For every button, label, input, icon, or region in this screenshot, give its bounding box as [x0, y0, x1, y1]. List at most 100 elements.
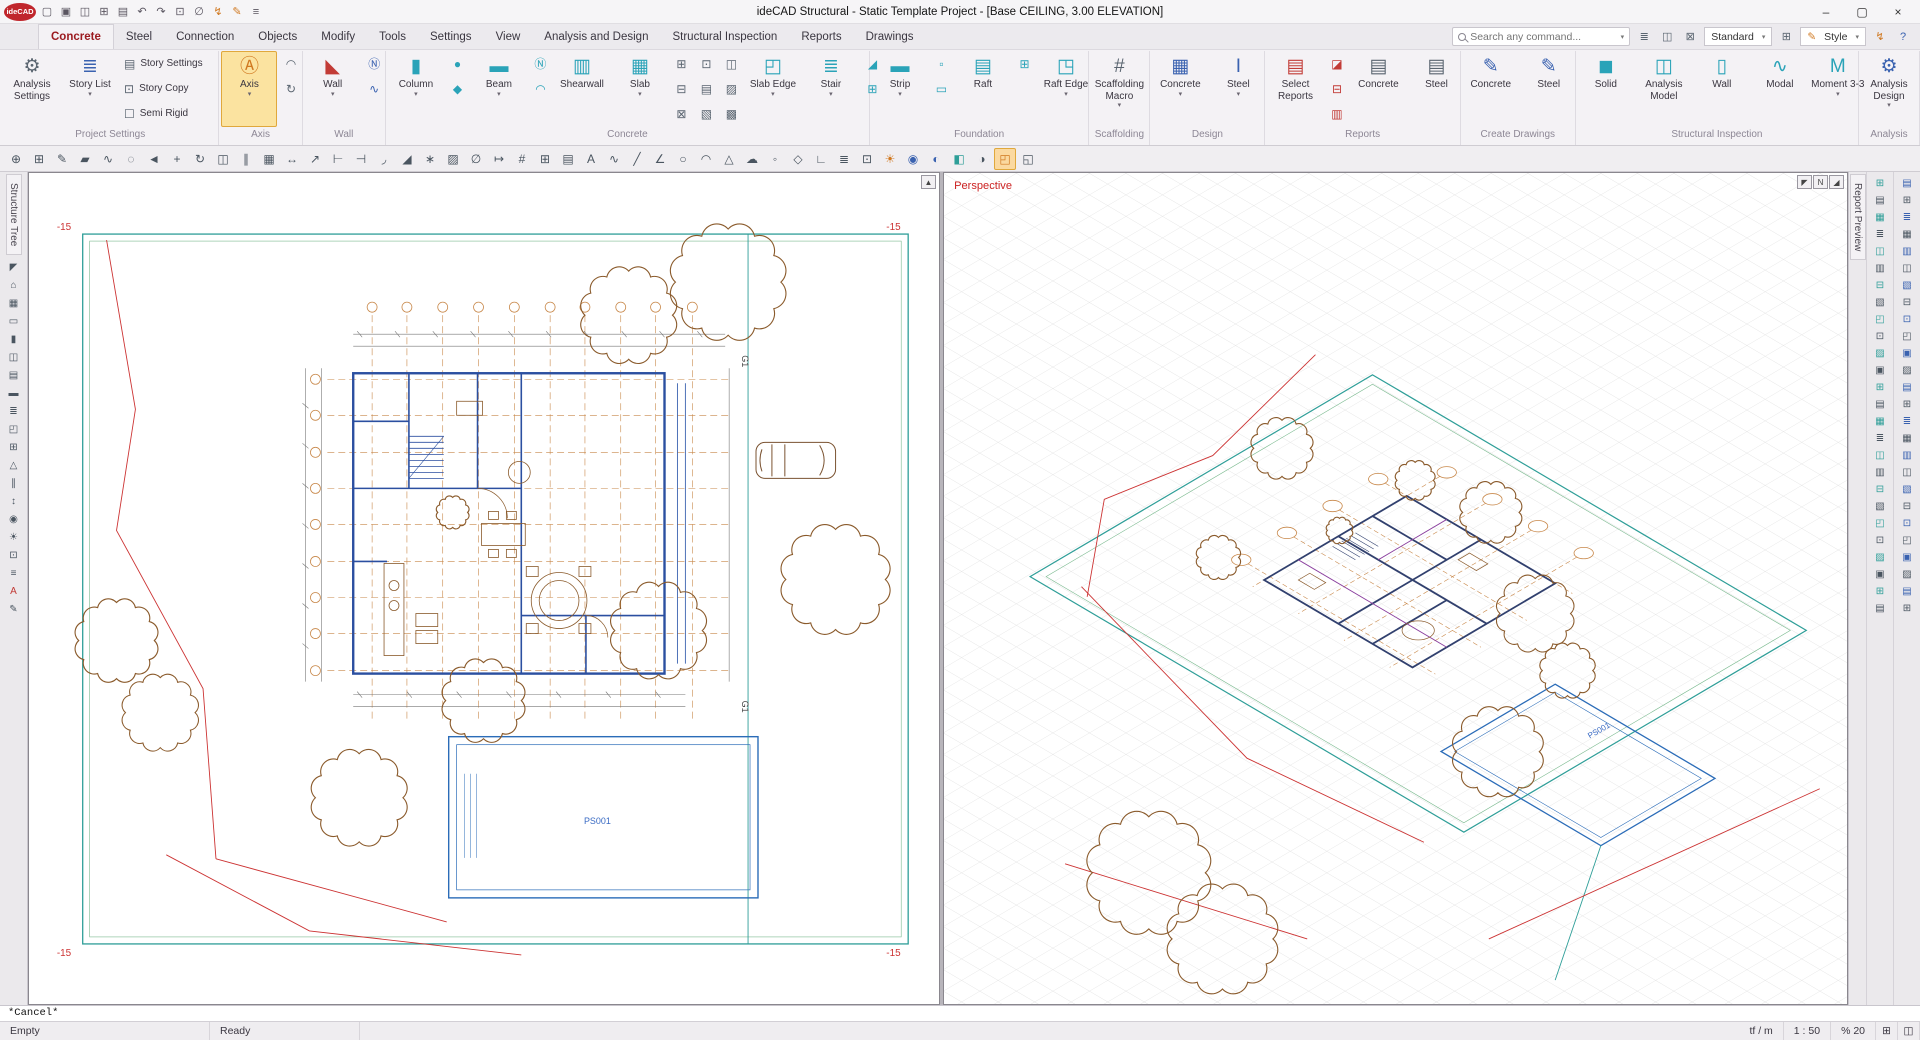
- tab-structural-inspection[interactable]: Structural Inspection: [660, 24, 789, 49]
- tab-reports[interactable]: Reports: [789, 24, 853, 49]
- table-tool-5[interactable]: ◫: [1872, 244, 1888, 259]
- report-tool-8[interactable]: ⊟: [1899, 295, 1915, 310]
- analysis-settings-button[interactable]: ⚙ Analysis Settings: [4, 51, 60, 127]
- strip-button[interactable]: ▬ Strip ▾: [872, 51, 928, 127]
- camera-icon[interactable]: ◉: [6, 512, 22, 527]
- table-tool-3[interactable]: ▦: [1872, 210, 1888, 225]
- maximize-button[interactable]: ▢: [1844, 1, 1880, 23]
- bolt-icon[interactable]: ↯: [1871, 28, 1889, 46]
- report-export-button[interactable]: ⊟: [1325, 76, 1348, 101]
- stair-button[interactable]: ≣ Stair ▾: [803, 51, 859, 127]
- table-tool-14[interactable]: ▤: [1872, 397, 1888, 412]
- table-tool-10[interactable]: ⊡: [1872, 329, 1888, 344]
- columns-icon[interactable]: ▮: [6, 332, 22, 347]
- open-file-icon[interactable]: ▣: [57, 3, 75, 21]
- elevation-icon[interactable]: ↕: [6, 494, 22, 509]
- wall-polyline-button[interactable]: Ⓝ: [363, 51, 386, 76]
- stairs-icon[interactable]: ≣: [6, 404, 22, 419]
- report-tool-15[interactable]: ≣: [1899, 414, 1915, 429]
- new-file-icon[interactable]: ▢: [38, 3, 56, 21]
- command-line[interactable]: *Cancel*: [0, 1005, 1920, 1021]
- windows-icon[interactable]: ⊞: [6, 440, 22, 455]
- axis-button[interactable]: Ⓐ Axis ▾: [221, 51, 277, 127]
- wall-arc-button[interactable]: ∿: [363, 76, 386, 101]
- semi-rigid-button[interactable]: ☐ Semi Rigid: [120, 101, 224, 126]
- hatch-icon[interactable]: ▨: [442, 148, 464, 170]
- table-tool-16[interactable]: ≣: [1872, 431, 1888, 446]
- mail-icon[interactable]: ⊠: [1681, 28, 1699, 46]
- table-tool-21[interactable]: ◰: [1872, 516, 1888, 531]
- table-tool-1[interactable]: ⊞: [1872, 176, 1888, 191]
- ortho-icon[interactable]: ∟: [810, 148, 832, 170]
- column-button[interactable]: ▮ Column ▾: [388, 51, 444, 127]
- report-tool-22[interactable]: ◰: [1899, 533, 1915, 548]
- cloud-icon[interactable]: ☁: [741, 148, 763, 170]
- slab-tool-7[interactable]: ◫: [720, 51, 743, 76]
- select-region-icon[interactable]: ◌: [120, 148, 142, 170]
- report-tool-1[interactable]: ▤: [1899, 176, 1915, 191]
- extend-icon[interactable]: ⊣: [350, 148, 372, 170]
- roof-icon[interactable]: △: [6, 458, 22, 473]
- table-tool-18[interactable]: ▥: [1872, 465, 1888, 480]
- annotate-icon[interactable]: ✎: [6, 602, 22, 617]
- table-tool-19[interactable]: ⊟: [1872, 482, 1888, 497]
- beam-button[interactable]: ▬ Beam ▾: [471, 51, 527, 127]
- report-tool-2[interactable]: ⊞: [1899, 193, 1915, 208]
- solid-button[interactable]: ◼ Solid: [1578, 51, 1634, 127]
- collapse-viewport-button[interactable]: ▲: [921, 175, 936, 189]
- elements-icon[interactable]: ▦: [6, 296, 22, 311]
- report-tool-9[interactable]: ⊡: [1899, 312, 1915, 327]
- story-settings-button[interactable]: ▤ Story Settings: [120, 51, 224, 76]
- report-tool-10[interactable]: ◰: [1899, 329, 1915, 344]
- polygon-icon[interactable]: △: [718, 148, 740, 170]
- walls-icon[interactable]: ◫: [6, 350, 22, 365]
- slab-tool-6[interactable]: ▧: [695, 101, 718, 126]
- bolt-icon[interactable]: ↯: [209, 3, 227, 21]
- table-tool-24[interactable]: ▣: [1872, 567, 1888, 582]
- measure-icon[interactable]: ∅: [465, 148, 487, 170]
- pointer-icon[interactable]: ◄: [143, 148, 165, 170]
- circle-icon[interactable]: ○: [672, 148, 694, 170]
- story-copy-button[interactable]: ⊡ Story Copy: [120, 76, 224, 101]
- poly-column-button[interactable]: ◆: [446, 76, 469, 101]
- report-tool-23[interactable]: ▣: [1899, 550, 1915, 565]
- layers-icon[interactable]: ≣: [1635, 28, 1653, 46]
- doors-icon[interactable]: ◰: [6, 422, 22, 437]
- zoom-extents-icon[interactable]: ⊕: [5, 148, 27, 170]
- node-icon[interactable]: ◦: [764, 148, 786, 170]
- auto-label-icon[interactable]: A: [6, 584, 22, 599]
- report-settings-button[interactable]: ◪: [1325, 51, 1348, 76]
- section-icon[interactable]: ∥: [6, 476, 22, 491]
- tab-analysis-and-design[interactable]: Analysis and Design: [532, 24, 660, 49]
- table-tool-17[interactable]: ◫: [1872, 448, 1888, 463]
- wall-button[interactable]: ◣ Wall ▾: [305, 51, 361, 127]
- analysis-design-button[interactable]: ⚙ Analysis Design ▾: [1861, 51, 1917, 127]
- explode-icon[interactable]: ∗: [419, 148, 441, 170]
- report-tool-12[interactable]: ▨: [1899, 363, 1915, 378]
- tab-steel[interactable]: Steel: [114, 24, 164, 49]
- design-steel-button[interactable]: I Steel ▾: [1210, 51, 1266, 127]
- table-tool-26[interactable]: ▤: [1872, 601, 1888, 616]
- marker-icon[interactable]: ▰: [74, 148, 96, 170]
- report-tool-19[interactable]: ▧: [1899, 482, 1915, 497]
- view-axis-button[interactable]: ◢: [1829, 175, 1844, 189]
- drawings-steel-button[interactable]: ✎ Steel: [1521, 51, 1577, 127]
- table-tool-9[interactable]: ◰: [1872, 312, 1888, 327]
- table-tool-22[interactable]: ⊡: [1872, 533, 1888, 548]
- structure-tree-tab[interactable]: Structure Tree: [6, 174, 22, 255]
- design-concrete-button[interactable]: ▦ Concrete ▾: [1152, 51, 1208, 127]
- slab-tool-5[interactable]: ▤: [695, 76, 718, 101]
- tab-modify[interactable]: Modify: [309, 24, 367, 49]
- table-tool-8[interactable]: ▧: [1872, 295, 1888, 310]
- single-footing-button[interactable]: ▫: [930, 51, 953, 76]
- snap-icon[interactable]: ◇: [787, 148, 809, 170]
- status-zoom[interactable]: % 20: [1831, 1022, 1876, 1040]
- search-dropdown-icon[interactable]: ▾: [1621, 33, 1625, 41]
- moment-button[interactable]: M Moment 3-3 ▾: [1810, 51, 1866, 127]
- copy-icon[interactable]: ⊡: [171, 3, 189, 21]
- report-tool-16[interactable]: ▦: [1899, 431, 1915, 446]
- table-tool-6[interactable]: ▥: [1872, 261, 1888, 276]
- plan-viewport-canvas[interactable]: -15 -15 -15 -15: [29, 173, 939, 1004]
- report-tool-21[interactable]: ⊡: [1899, 516, 1915, 531]
- customize-toolbar-icon[interactable]: ≡: [247, 3, 265, 21]
